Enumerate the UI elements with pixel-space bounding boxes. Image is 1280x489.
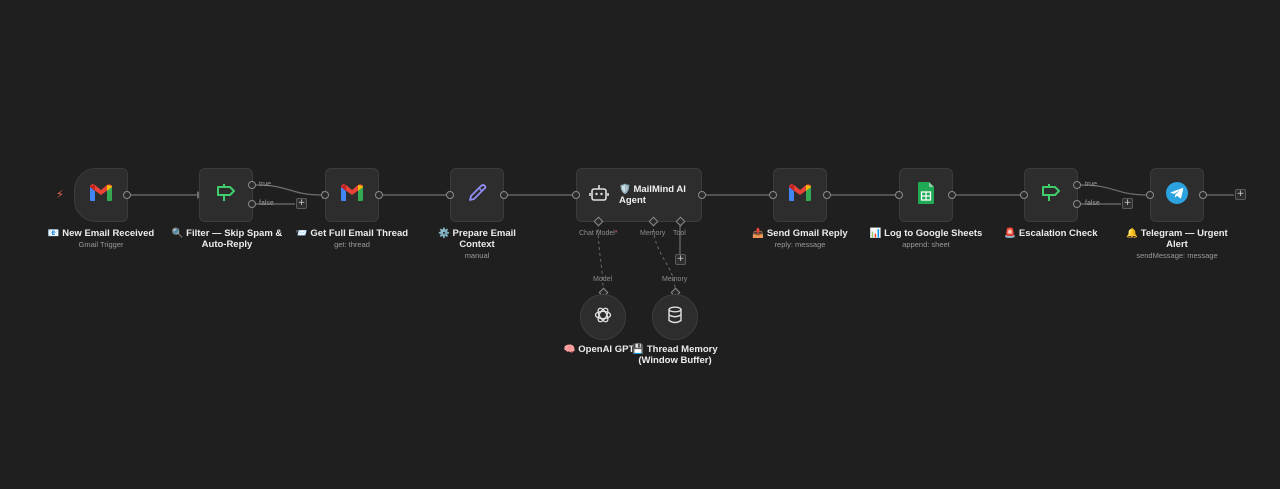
input-port[interactable] [1146, 191, 1154, 199]
add-node-button[interactable]: + [1235, 189, 1246, 200]
false-output-port[interactable] [248, 200, 256, 208]
input-port[interactable] [895, 191, 903, 199]
node-mailmind-ai-agent[interactable]: 🛡️ MailMind AI Agent [576, 168, 702, 222]
agent-title: 🛡️ MailMind AI Agent [619, 184, 686, 206]
database-icon [667, 306, 683, 329]
output-port[interactable] [375, 191, 383, 199]
add-node-button[interactable]: + [296, 198, 307, 209]
node-send-gmail-reply[interactable] [773, 168, 827, 222]
node-openai-gpt[interactable] [580, 294, 626, 340]
node-log-to-google-sheets[interactable] [899, 168, 953, 222]
input-port[interactable] [1020, 191, 1028, 199]
memory-label: Memory [640, 230, 666, 237]
node-subtitle: manual [464, 251, 490, 260]
true-output-port[interactable] [248, 181, 256, 189]
node-filter-skip-spam[interactable] [199, 168, 253, 222]
node-subtitle: sendMessage: message [1136, 251, 1218, 260]
trigger-bolt-icon: ⚡ [56, 188, 64, 201]
node-new-email-received[interactable] [74, 168, 128, 222]
node-subtitle: get: thread [334, 240, 370, 249]
pencil-icon [466, 182, 488, 209]
agent-title-line2: Agent [619, 195, 646, 206]
node-get-full-email-thread[interactable] [325, 168, 379, 222]
false-output-port[interactable] [1073, 200, 1081, 208]
add-node-button[interactable]: + [1122, 198, 1133, 209]
output-port[interactable] [500, 191, 508, 199]
node-label: 💾 Thread Memory [632, 344, 718, 355]
true-output-port[interactable] [1073, 181, 1081, 189]
output-port[interactable] [823, 191, 831, 199]
node-label: 🚨 Escalation Check [1004, 228, 1098, 239]
memory-port-label: Memory [662, 276, 688, 283]
chat-model-label: Chat Model* [579, 230, 618, 237]
node-label-line2: Context [459, 239, 495, 250]
workflow-canvas[interactable]: ⚡ 📧 New Email Received Gmail Trigger tru… [0, 0, 1280, 489]
gmail-icon [89, 183, 113, 207]
robot-icon [589, 183, 609, 208]
output-port[interactable] [948, 191, 956, 199]
input-port[interactable] [321, 191, 329, 199]
false-branch-label: false [1085, 200, 1100, 207]
required-mark: * [614, 230, 618, 237]
node-thread-memory[interactable] [652, 294, 698, 340]
input-port[interactable] [769, 191, 777, 199]
gmail-icon [788, 183, 812, 207]
model-port-label: Model [593, 276, 613, 283]
google-sheets-icon [917, 181, 935, 210]
filter-sign-icon [1040, 183, 1062, 208]
node-label: 🔍 Filter — Skip Spam & [171, 228, 283, 239]
output-port[interactable] [123, 191, 131, 199]
add-tool-button[interactable]: + [675, 254, 686, 265]
node-label: ⚙️ Prepare Email [438, 228, 516, 239]
input-port[interactable] [446, 191, 454, 199]
node-label: 📨 Get Full Email Thread [295, 228, 409, 239]
node-label: 📤 Send Gmail Reply [752, 228, 848, 239]
gmail-icon [340, 183, 364, 207]
true-branch-label: true [1085, 181, 1098, 188]
node-label-line2: Auto-Reply [201, 239, 253, 250]
output-port[interactable] [1199, 191, 1207, 199]
node-subtitle: append: sheet [902, 240, 950, 249]
input-port[interactable] [572, 191, 580, 199]
node-label-line2: (Window Buffer) [638, 355, 712, 366]
output-port[interactable] [698, 191, 706, 199]
tool-label: Tool [673, 230, 686, 237]
node-subtitle: reply: message [774, 240, 826, 249]
node-escalation-check[interactable] [1024, 168, 1078, 222]
true-branch-label: true [259, 181, 272, 188]
node-label: 📧 New Email Received [47, 228, 155, 239]
node-prepare-email-context[interactable] [450, 168, 504, 222]
false-branch-label: false [259, 200, 274, 207]
node-subtitle: Gmail Trigger [78, 240, 124, 249]
agent-title-line1: 🛡️ MailMind AI [619, 184, 686, 195]
openai-icon [593, 305, 613, 330]
node-label-line2: Alert [1166, 239, 1188, 250]
node-telegram-urgent-alert[interactable] [1150, 168, 1204, 222]
node-label: 📊 Log to Google Sheets [869, 228, 983, 239]
telegram-icon [1165, 181, 1189, 210]
node-label: 🔔 Telegram — Urgent [1126, 228, 1228, 239]
filter-sign-icon [215, 183, 237, 208]
